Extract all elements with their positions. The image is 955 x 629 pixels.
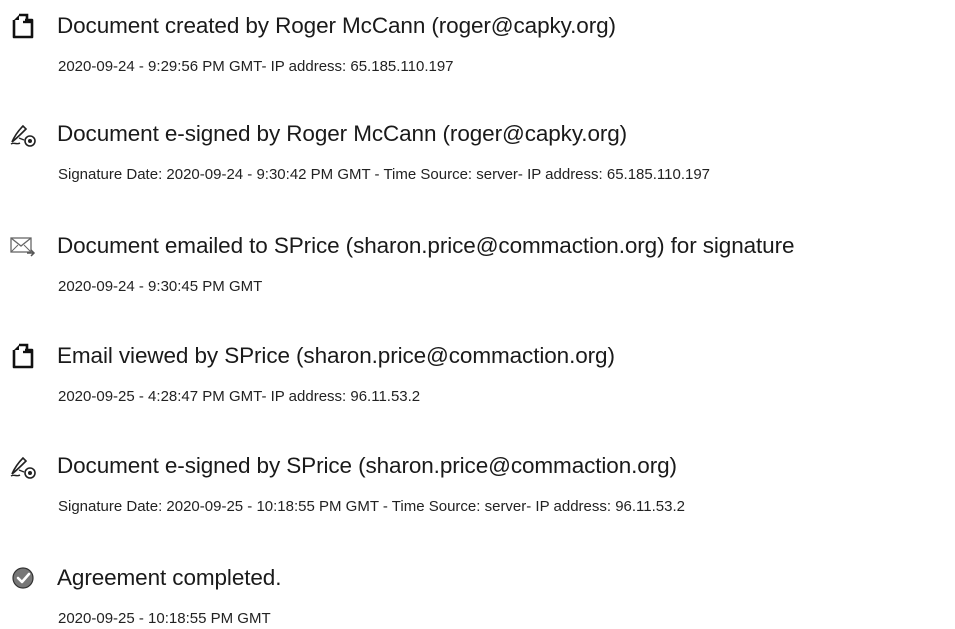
document-created-icon [8,12,38,40]
event-title: Document e-signed by Roger McCann (roger… [57,121,628,146]
event-title: Document created by Roger McCann (roger@… [57,13,616,38]
e-sign-pen-icon [8,120,38,148]
event-detail: 2020-09-25 - 4:28:47 PM GMT- IP address:… [58,388,421,405]
event-detail: 2020-09-25 - 10:18:55 PM GMT [58,610,271,627]
event-title: Email viewed by SPrice (sharon.price@com… [57,343,615,368]
event-title: Document emailed to SPrice (sharon.price… [57,233,795,258]
event-detail: 2020-09-24 - 9:29:56 PM GMT- IP address:… [58,58,454,75]
event-detail: Signature Date: 2020-09-24 - 9:30:42 PM … [58,166,711,183]
event-title: Document e-signed by SPrice (sharon.pric… [57,453,677,478]
email-viewed-icon [8,342,38,370]
event-title: Agreement completed. [57,565,282,590]
checkmark-badge-icon [8,564,38,592]
event-detail: Signature Date: 2020-09-25 - 10:18:55 PM… [58,498,685,515]
email-sent-icon [8,232,38,260]
event-detail: 2020-09-24 - 9:30:45 PM GMT [58,278,263,295]
e-sign-pen-icon [8,452,38,480]
